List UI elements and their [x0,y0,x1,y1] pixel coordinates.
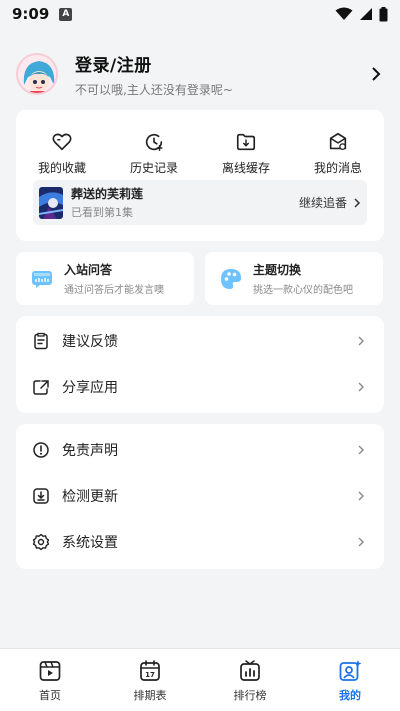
offline-cache-label: 离线缓存 [221,161,270,175]
anime-thumbnail[interactable] [39,186,63,219]
status-time: 9:09 [12,5,50,23]
nav-schedule[interactable]: 17 排期表 [100,649,200,711]
calendar-day: 17 [145,671,155,679]
nav-schedule-label: 排期表 [133,689,167,702]
watch-progress-text: 已看到第1集 [71,206,133,219]
heart-icon [52,133,72,151]
disclaimer-label: 免责声明 [62,443,118,459]
battery-icon [379,6,388,21]
profile-header[interactable]: 登录/注册 不可以哦,主人还没有登录呢~ [16,48,384,100]
history-button[interactable]: 历史记录 [108,110,200,176]
menu-group-feedback: 建议反馈 分享应用 [16,316,384,413]
quiz-title: 入站问答 [64,263,113,277]
share-app-label: 分享应用 [62,380,118,396]
quiz-entry-tile[interactable]: 入站问答 通过问答后才能发言噢 [16,252,194,305]
messages-label: 我的消息 [313,161,362,175]
wifi-icon [335,7,353,20]
chevron-right-icon [358,382,364,392]
login-hint-text: 不可以哦,主人还没有登录呢~ [75,82,233,97]
cell-signal-icon [360,8,372,20]
chevron-right-icon [358,445,364,455]
chevron-right-icon [358,537,364,547]
history-label: 历史记录 [129,161,178,175]
quick-actions-card: 我的收藏 历史记录 离线缓存 我的消息 葬送的芙莉莲 已看到第1集 继续追番 [16,110,384,241]
palette-icon [221,268,241,289]
anime-title: 葬送的芙莉莲 [71,187,144,201]
notification-badge-icon: A [59,7,73,21]
message-icon [329,132,347,150]
menu-group-system: 免责声明 检测更新 系统设置 [16,424,384,569]
home-play-icon [39,661,61,681]
history-clock-icon [145,133,163,151]
settings-gear-icon [32,533,50,551]
calendar-icon: 17 [140,660,160,681]
quiz-subtitle: 通过问答后才能发言噢 [64,285,164,296]
ranking-icon [240,660,260,681]
disclaimer-icon [33,442,49,458]
offline-cache-button[interactable]: 离线缓存 [200,110,292,176]
feedback-label: 建议反馈 [62,334,118,350]
feedback-item[interactable]: 建议反馈 [16,318,384,364]
nav-home[interactable]: 首页 [0,649,100,711]
share-icon [33,380,49,395]
share-app-item[interactable]: 分享应用 [16,364,384,410]
favorites-label: 我的收藏 [37,161,86,175]
check-update-item[interactable]: 检测更新 [16,473,384,519]
profile-icon [339,660,362,681]
nav-profile[interactable]: 我的 [300,649,400,711]
chevron-right-icon[interactable] [368,66,384,82]
chevron-right-icon [358,491,364,501]
theme-switch-tile[interactable]: 主题切换 挑选一款心仪的配色吧 [205,252,383,305]
avatar-character-icon [18,55,56,93]
status-bar: 9:09 A [0,0,400,28]
continue-watching-bar[interactable]: 葬送的芙莉莲 已看到第1集 继续追番 [33,180,367,225]
check-update-label: 检测更新 [62,489,118,505]
feedback-icon [34,332,48,350]
nav-profile-label: 我的 [339,689,361,702]
continue-watching-button[interactable]: 继续追番 [299,194,347,211]
nav-ranking-label: 排行榜 [233,689,267,702]
disclaimer-item[interactable]: 免责声明 [16,427,384,473]
offline-download-icon [236,133,256,151]
nav-ranking[interactable]: 排行榜 [200,649,300,711]
quiz-icon [32,270,52,288]
theme-subtitle: 挑选一款心仪的配色吧 [253,285,353,296]
chevron-right-icon [358,336,364,346]
theme-title: 主题切换 [253,263,302,277]
system-settings-item[interactable]: 系统设置 [16,519,384,565]
anime-cover-icon [39,186,63,219]
nav-home-label: 首页 [39,689,61,702]
bottom-navigation: 首页 17 排期表 排行榜 我的 [0,648,400,711]
chevron-right-icon [354,197,361,208]
avatar[interactable] [16,53,58,95]
messages-button[interactable]: 我的消息 [292,110,384,176]
favorites-button[interactable]: 我的收藏 [16,110,108,176]
system-settings-label: 系统设置 [62,535,118,551]
update-icon [33,488,49,504]
login-register-title[interactable]: 登录/注册 [75,51,368,76]
